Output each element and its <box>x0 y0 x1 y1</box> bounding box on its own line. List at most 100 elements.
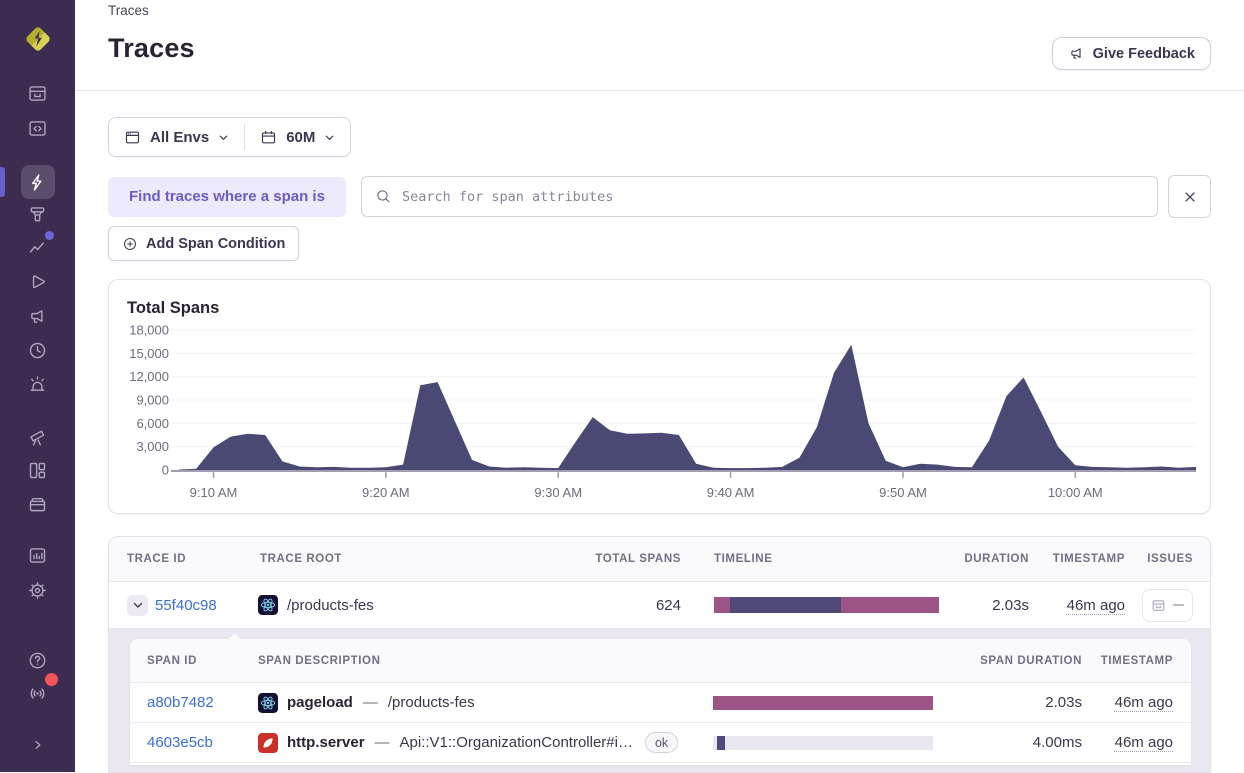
total-spans-card: Total Spans 9:10 AM9:20 AM9:30 AM9:40 AM… <box>108 279 1211 514</box>
insights-icon <box>27 237 48 258</box>
trace-id-link[interactable]: 55f40c98 <box>155 597 217 614</box>
sidebar-item-issues[interactable] <box>21 76 55 110</box>
span-id-link[interactable]: a80b7482 <box>147 694 214 711</box>
active-nav-indicator <box>0 167 5 197</box>
span-timestamp: 46m ago <box>1115 694 1173 711</box>
sidebar-item-projects[interactable] <box>21 111 55 145</box>
give-feedback-label: Give Feedback <box>1093 46 1195 62</box>
sidebar-item-dashboards[interactable] <box>21 453 55 487</box>
feedback-megaphone-icon <box>27 306 48 327</box>
megaphone-icon <box>1068 45 1085 62</box>
crons-clock-icon <box>27 340 48 361</box>
trace-timestamp: 46m ago <box>1067 597 1125 614</box>
span-row: a80b7482 pageload — /products-fes <box>130 683 1191 723</box>
traces-table-header: TRACE ID TRACE ROOT TOTAL SPANS TIMELINE… <box>109 537 1210 582</box>
svg-text:9:30 AM: 9:30 AM <box>534 485 582 500</box>
replays-icon <box>27 272 48 293</box>
svg-text:9:20 AM: 9:20 AM <box>362 485 410 500</box>
issues-icon <box>27 83 48 104</box>
trace-root-name: /products-fes <box>287 597 374 614</box>
col-header-issues: ISSUES <box>1125 537 1210 581</box>
sentry-logo[interactable] <box>21 22 55 56</box>
sidebar-item-insights[interactable] <box>21 230 55 264</box>
span-duration-bar <box>713 736 933 750</box>
x-icon <box>1182 189 1198 205</box>
broadcast-icon <box>27 683 48 704</box>
projects-icon <box>27 118 48 139</box>
header-divider <box>75 90 1244 91</box>
sidebar-item-replays[interactable] <box>21 265 55 299</box>
sidebar-item-help[interactable] <box>21 643 55 677</box>
svg-text:15,000: 15,000 <box>129 346 169 361</box>
alerts-siren-icon <box>27 374 48 395</box>
svg-text:0: 0 <box>162 463 169 478</box>
traces-table-card: TRACE ID TRACE ROOT TOTAL SPANS TIMELINE… <box>108 536 1211 773</box>
trace-timeline-bar <box>714 597 939 613</box>
chevron-down-icon <box>324 132 335 143</box>
svg-text:9:40 AM: 9:40 AM <box>707 485 755 500</box>
col-header-trace-id: TRACE ID <box>109 537 256 581</box>
main-content: Traces Traces Give Feedback All Envs 60M… <box>75 0 1244 772</box>
sidebar-item-settings[interactable] <box>21 573 55 607</box>
stats-icon <box>27 545 48 566</box>
sidebar-item-releases[interactable] <box>21 487 55 521</box>
period-filter-button[interactable]: 60M <box>245 118 350 156</box>
profiling-icon <box>27 204 48 225</box>
col-header-span-description: SPAN DESCRIPTION <box>256 639 713 682</box>
span-search-chip: Find traces where a span is <box>108 177 346 217</box>
chevron-down-icon <box>218 132 229 143</box>
collapse-trace-button[interactable] <box>127 595 148 616</box>
span-table-section: SPAN ID SPAN DESCRIPTION SPAN DURATION T… <box>109 629 1210 773</box>
clear-search-button[interactable] <box>1168 175 1211 218</box>
sidebar-item-crons[interactable] <box>21 333 55 367</box>
sentry-logo-icon <box>21 20 55 58</box>
span-search-input[interactable] <box>402 177 1157 216</box>
trace-issues-button[interactable] <box>1142 589 1193 622</box>
col-header-span-id: SPAN ID <box>130 639 256 682</box>
span-row: 4603e5cb http.server — Api::V1::Organiza… <box>130 723 1191 763</box>
sidebar-item-whats-new[interactable] <box>21 676 55 710</box>
sidebar-collapse-button[interactable] <box>21 728 55 762</box>
span-duration-bar <box>713 696 933 710</box>
svg-text:3,000: 3,000 <box>136 439 169 454</box>
ruby-icon <box>258 733 278 753</box>
svg-text:9:10 AM: 9:10 AM <box>190 485 238 500</box>
span-id-link[interactable]: 4603e5cb <box>147 734 213 751</box>
dashboards-icon <box>27 460 48 481</box>
page-title: Traces <box>108 33 195 64</box>
sidebar-item-profiling[interactable] <box>21 197 55 231</box>
col-header-span-duration: SPAN DURATION <box>939 639 1082 682</box>
span-table-card: SPAN ID SPAN DESCRIPTION SPAN DURATION T… <box>130 639 1191 765</box>
span-description: /products-fes <box>388 694 475 711</box>
give-feedback-button[interactable]: Give Feedback <box>1052 37 1211 70</box>
sidebar-item-alerts[interactable] <box>21 367 55 401</box>
discover-telescope-icon <box>27 426 48 447</box>
svg-text:10:00 AM: 10:00 AM <box>1048 485 1103 500</box>
span-separator: — <box>375 734 390 751</box>
col-header-timestamp: TIMESTAMP <box>1029 537 1125 581</box>
sidebar-item-feedback[interactable] <box>21 299 55 333</box>
breadcrumb[interactable]: Traces <box>108 3 149 18</box>
svg-text:9,000: 9,000 <box>136 393 169 408</box>
add-span-condition-button[interactable]: Add Span Condition <box>108 226 299 261</box>
environment-filter-button[interactable]: All Envs <box>109 118 244 156</box>
col-header-total-spans: TOTAL SPANS <box>586 537 681 581</box>
window-icon <box>124 129 141 146</box>
help-icon <box>27 650 48 671</box>
issues-icon <box>1151 598 1166 613</box>
filter-bar: All Envs 60M <box>108 117 351 157</box>
sidebar <box>0 0 75 772</box>
span-duration: 2.03s <box>939 683 1082 722</box>
dash-icon <box>1173 603 1185 607</box>
sidebar-item-explore[interactable] <box>21 165 55 199</box>
explore-lightning-icon <box>27 172 48 193</box>
calendar-icon <box>260 129 277 146</box>
svg-text:6,000: 6,000 <box>136 416 169 431</box>
total-spans-chart[interactable]: 9:10 AM9:20 AM9:30 AM9:40 AM9:50 AM10:00… <box>109 321 1210 511</box>
svg-text:18,000: 18,000 <box>129 323 169 338</box>
span-description: Api::V1::OrganizationController#i… <box>400 734 633 751</box>
insights-notification-dot <box>45 231 54 240</box>
sidebar-item-discover[interactable] <box>21 419 55 453</box>
plus-circle-icon <box>122 236 138 252</box>
sidebar-item-stats[interactable] <box>21 538 55 572</box>
